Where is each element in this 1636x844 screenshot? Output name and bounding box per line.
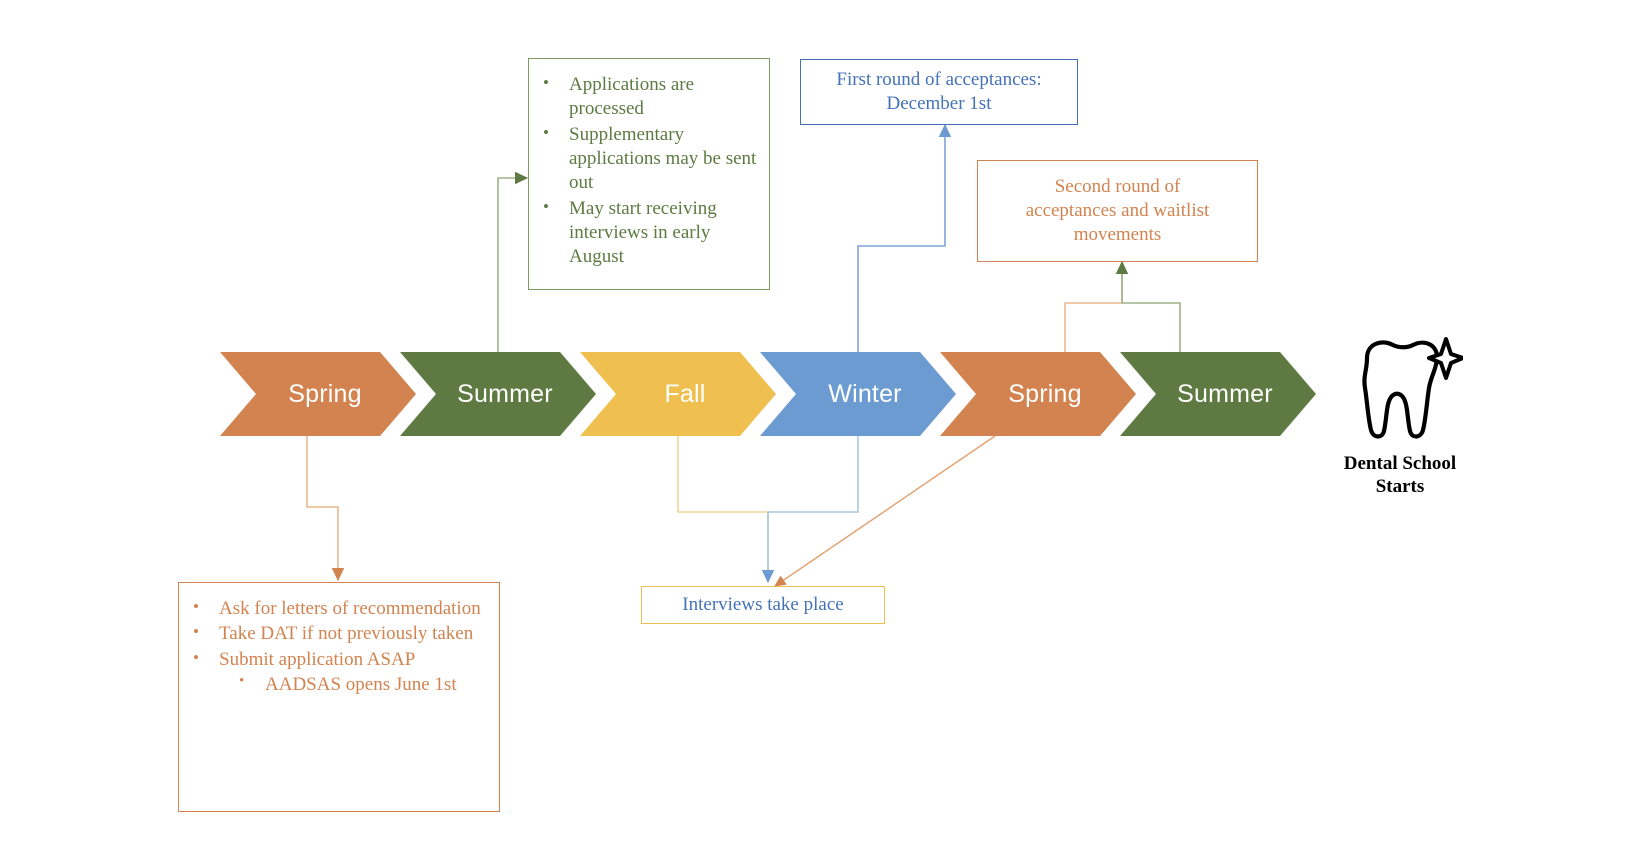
endpoint-caption: Dental School Starts (1320, 453, 1480, 499)
edge-fall-to-interviews (677, 436, 769, 582)
tooth-icon (1362, 337, 1465, 439)
callout-line: Interviews take place (682, 593, 844, 615)
callout-line: First round of acceptances: (836, 68, 1042, 90)
edge-spring1-to-tasks (306, 436, 345, 582)
callout-line: Second round of (1054, 175, 1181, 197)
timeline-step-summer-2[interactable]: Summer (1120, 352, 1316, 436)
timeline-step-label: Spring (1008, 379, 1082, 408)
callout-line: acceptances and waitlist (1025, 199, 1210, 221)
timeline-step-fall[interactable]: Fall (580, 352, 776, 436)
edge-winter-to-interviews (761, 436, 859, 584)
list-item-sub: AADSAS opens June 1st (179, 672, 491, 697)
endpoint-caption-line2: Starts (1375, 475, 1425, 497)
timeline-step-spring-1[interactable]: Spring (220, 352, 416, 436)
timeline-step-label: Winter (828, 379, 902, 408)
callout-summer-list: Applications are processed Supplementary… (529, 72, 759, 270)
endpoint-caption-line1: Dental School (1343, 453, 1457, 474)
timeline-step-winter[interactable]: Winter (760, 352, 956, 436)
callout-second-round-acceptances: Second round of acceptances and waitlist… (977, 160, 1258, 262)
callout-summer-tasks: Applications are processed Supplementary… (528, 58, 770, 290)
callout-spring-tasks: Ask for letters of recommendation Take D… (178, 582, 500, 812)
list-item: May start receiving interviews in early … (529, 196, 759, 270)
callout-line: movements (1073, 224, 1162, 246)
timeline-step-label: Spring (288, 379, 362, 408)
callout-spring-list: Ask for letters of recommendation Take D… (179, 596, 491, 697)
edge-spring2-to-interviews (774, 435, 996, 587)
callout-first-round-acceptances: First round of acceptances: December 1st (800, 59, 1078, 125)
list-item: Ask for letters of recommendation (179, 596, 491, 621)
timeline-step-summer-1[interactable]: Summer (400, 352, 596, 436)
list-item: Supplementary applications may be sent o… (529, 122, 759, 196)
callout-line: December 1st (886, 93, 992, 114)
timeline-step-label: Fall (664, 379, 706, 408)
timeline-step-label: Summer (1177, 379, 1273, 408)
list-item: Applications are processed (529, 72, 759, 122)
diagram-canvas: Spring Summer Fall Winter Spring Summer … (0, 0, 1636, 844)
timeline-step-spring-2[interactable]: Spring (940, 352, 1136, 436)
list-item: Take DAT if not previously taken (179, 621, 491, 646)
timeline-step-label: Summer (457, 379, 553, 408)
list-item: Submit application ASAP (179, 647, 491, 672)
dental-school-endpoint: Dental School Starts (1320, 336, 1480, 499)
callout-interviews: Interviews take place (641, 586, 885, 624)
